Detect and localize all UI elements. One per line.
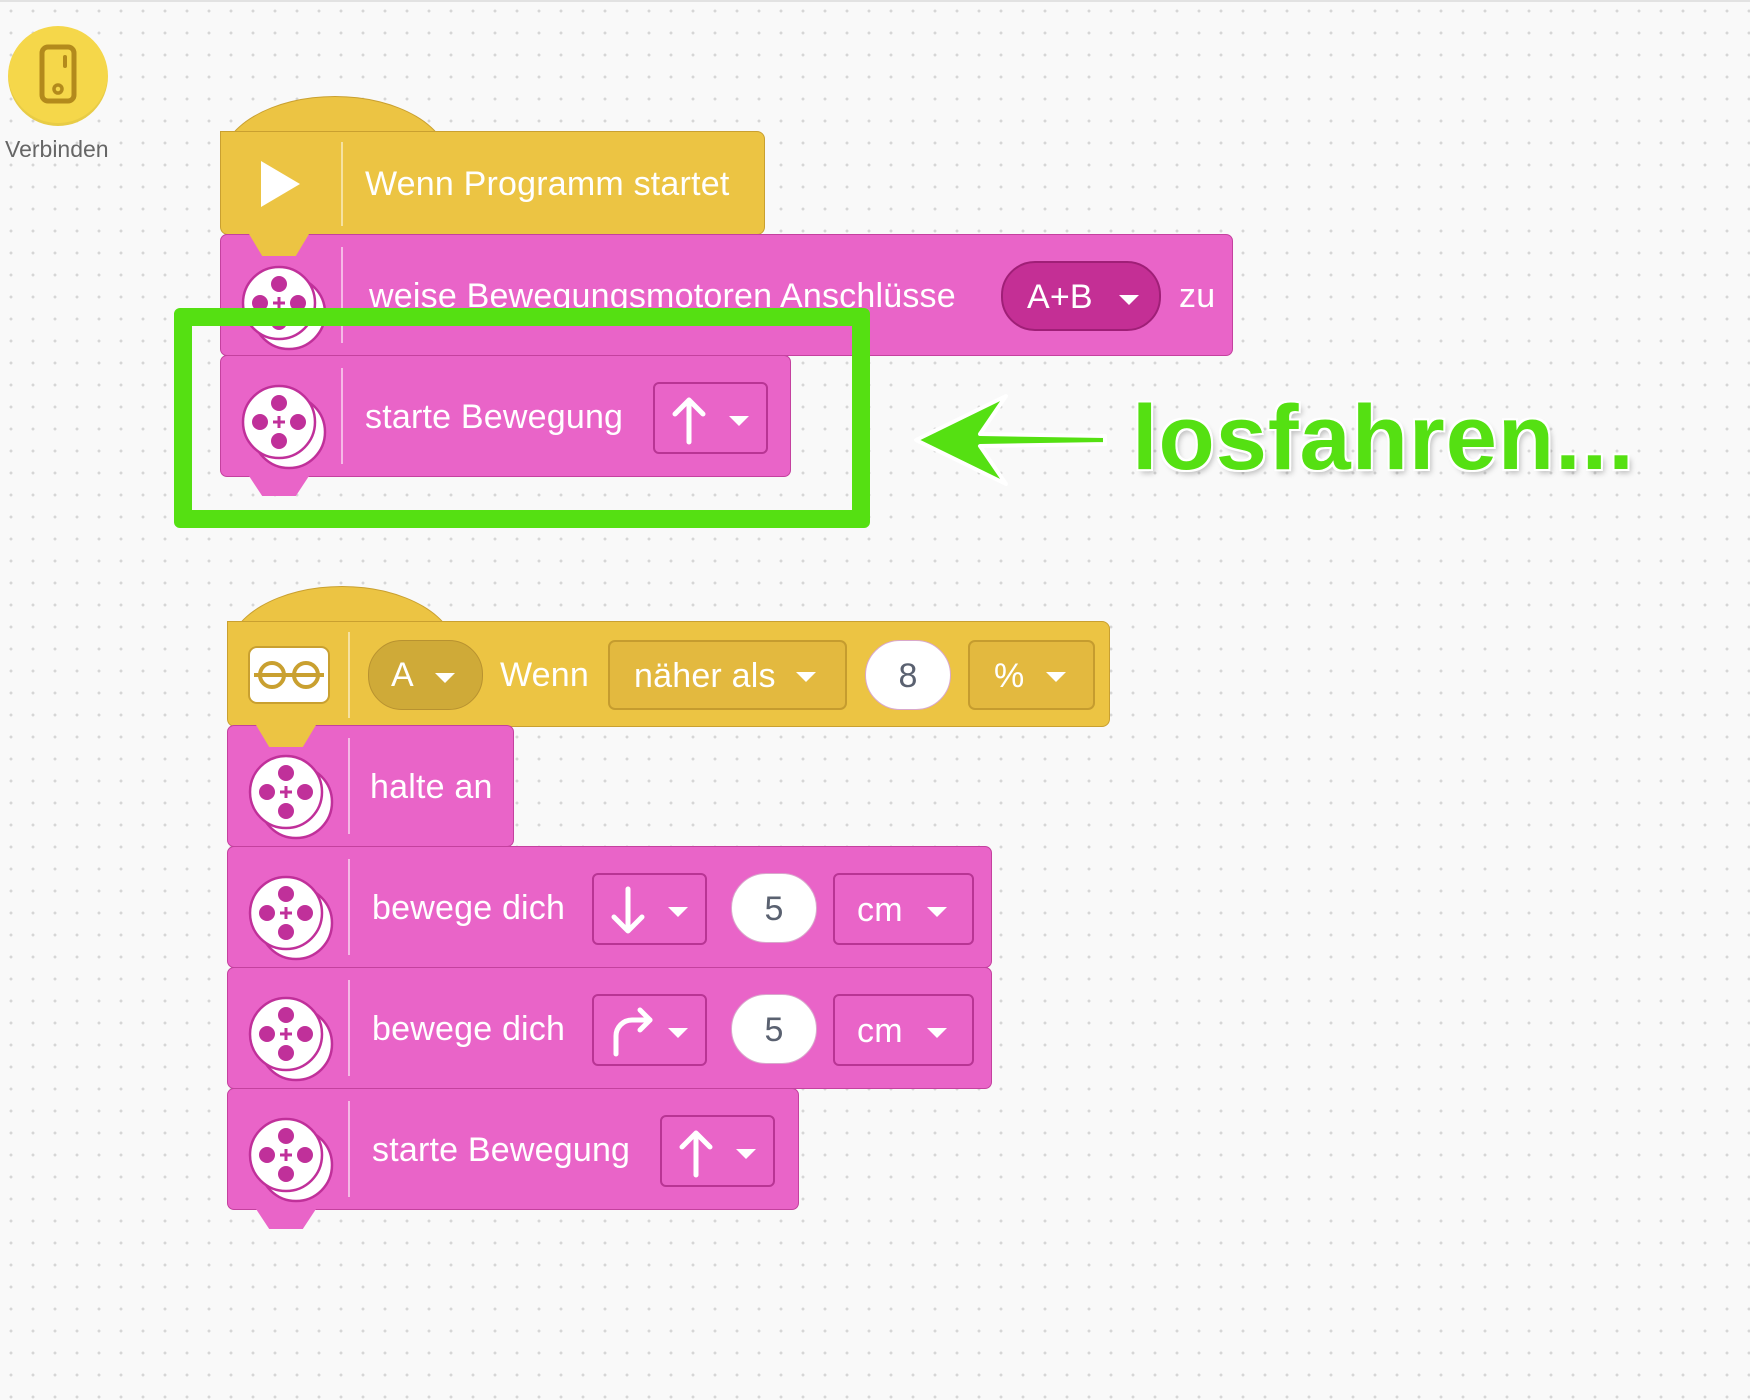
connector-notch xyxy=(249,234,309,256)
distance-input[interactable]: 5 xyxy=(731,994,817,1064)
top-border xyxy=(0,0,1750,2)
connector-notch-bottom xyxy=(256,1209,316,1229)
chevron-down-icon xyxy=(796,672,816,682)
when-label: Wenn xyxy=(500,656,590,694)
unit-dropdown[interactable]: % xyxy=(968,640,1095,710)
unit-value: cm xyxy=(857,1012,903,1050)
distance-input[interactable]: 5 xyxy=(731,873,817,943)
motor-icon xyxy=(248,996,334,1082)
distance-sensor-hat-block[interactable]: A Wenn näher als 8 % xyxy=(227,621,1110,727)
connector-notch xyxy=(256,725,316,747)
start-movement-block[interactable]: starte Bewegung xyxy=(227,1088,799,1229)
hat-label: Wenn Programm startet xyxy=(365,165,730,203)
chevron-down-icon xyxy=(927,907,947,917)
connect-label: Verbinden xyxy=(5,136,109,162)
motor-icon xyxy=(248,754,334,840)
chevron-down-icon xyxy=(1046,672,1066,682)
ports-dropdown[interactable]: A+B xyxy=(1001,261,1161,331)
direction-dropdown[interactable] xyxy=(592,994,707,1066)
motor-icon xyxy=(248,1117,334,1203)
port-dropdown[interactable]: A xyxy=(368,640,483,710)
arrow-left-icon xyxy=(914,394,1107,486)
arrow-down-icon xyxy=(611,886,645,934)
unit-dropdown[interactable]: cm xyxy=(833,994,974,1066)
unit-value: cm xyxy=(857,891,903,929)
turn-right-icon xyxy=(613,1007,653,1057)
move-label: bewege dich xyxy=(372,1010,566,1048)
chevron-down-icon xyxy=(736,1149,756,1159)
chevron-down-icon xyxy=(927,1028,947,1038)
hub-icon xyxy=(39,44,77,104)
unit-value: % xyxy=(994,657,1025,695)
chevron-down-icon xyxy=(435,673,455,683)
condition-dropdown[interactable]: näher als xyxy=(608,640,847,710)
assign-suffix: zu xyxy=(1179,277,1216,315)
move-block-2[interactable]: bewege dich 5 cm xyxy=(227,967,992,1089)
start-label: starte Bewegung xyxy=(372,1131,631,1169)
chevron-down-icon xyxy=(1119,295,1139,305)
unit-dropdown[interactable]: cm xyxy=(833,873,974,945)
stop-block[interactable]: halte an xyxy=(227,725,514,847)
move-label: bewege dich xyxy=(372,889,566,927)
ports-value: A+B xyxy=(1027,278,1093,316)
highlight-box xyxy=(174,308,870,528)
program-start-hat-block[interactable]: Wenn Programm startet xyxy=(220,131,765,235)
direction-dropdown[interactable] xyxy=(592,873,707,945)
distance-value-input[interactable]: 8 xyxy=(865,640,951,710)
arrow-up-icon xyxy=(679,1130,713,1178)
chevron-down-icon xyxy=(668,1028,688,1038)
port-value: A xyxy=(391,656,414,694)
chevron-down-icon xyxy=(668,907,688,917)
direction-dropdown[interactable] xyxy=(660,1115,775,1187)
stop-label: halte an xyxy=(370,768,493,806)
move-block-1[interactable]: bewege dich 5 cm xyxy=(227,846,992,968)
annotation-text: losfahren... xyxy=(1132,387,1635,489)
condition-value: näher als xyxy=(634,657,776,695)
motor-icon xyxy=(248,875,334,961)
connect-button[interactable] xyxy=(8,26,108,126)
play-icon xyxy=(261,161,300,207)
distance-sensor-icon xyxy=(248,646,330,704)
